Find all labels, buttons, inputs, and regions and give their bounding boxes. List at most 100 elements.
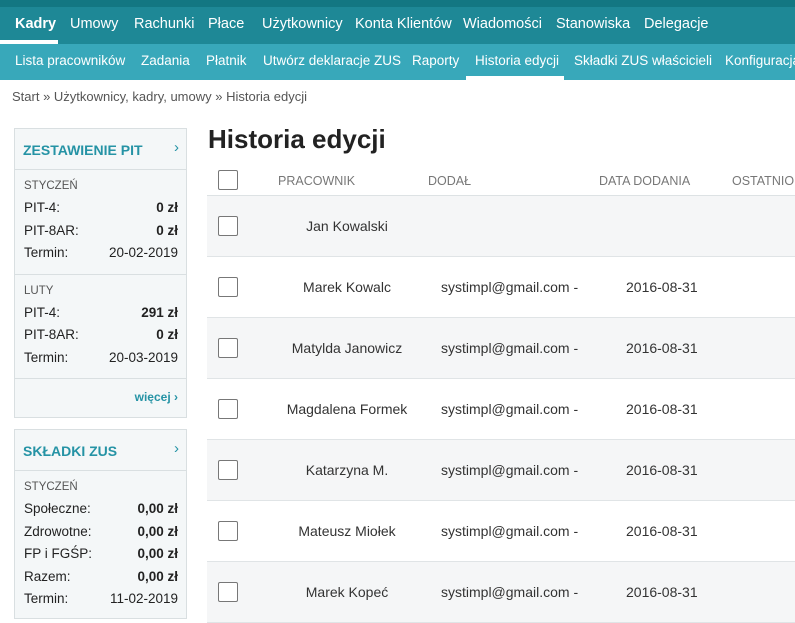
- column-header-last[interactable]: OSTATNIO: [732, 174, 794, 188]
- select-all-checkbox[interactable]: [218, 170, 238, 190]
- row-label: Społeczne:: [24, 501, 91, 516]
- pit-row: PIT-8AR: 0 zł: [24, 327, 178, 350]
- table-row: Mateusz Miołek systimpl@gmail.com - 2016…: [207, 501, 795, 562]
- row-value: 0,00 zł: [137, 523, 178, 539]
- table-row: Matylda Janowicz systimpl@gmail.com - 20…: [207, 318, 795, 379]
- nav-rachunki[interactable]: Rachunki: [134, 16, 194, 32]
- added-by: systimpl@gmail.com -: [441, 279, 579, 295]
- zus-contributions-panel: SKŁADKI ZUS › STYCZEŃ Społeczne: 0,00 zł…: [14, 429, 187, 619]
- employee-name: Mateusz Miołek: [298, 523, 396, 539]
- employee-name: Marek Kowalc: [303, 279, 391, 295]
- employee-name: Jan Kowalski: [306, 218, 388, 234]
- table-row: Katarzyna M. systimpl@gmail.com - 2016-0…: [207, 440, 795, 501]
- table-row: Marek Kopeć systimpl@gmail.com - 2016-08…: [207, 562, 795, 623]
- row-value: 0 zł: [156, 327, 178, 342]
- row-value: 0,00 zł: [137, 568, 178, 584]
- pit-panel-header[interactable]: ZESTAWIENIE PIT ›: [15, 129, 186, 170]
- row-label: Zdrowotne:: [24, 523, 92, 539]
- table-row: Marek Kowalc systimpl@gmail.com - 2016-0…: [207, 257, 795, 318]
- zus-month-section: STYCZEŃ Społeczne: 0,00 zł Zdrowotne: 0,…: [15, 471, 186, 620]
- sub-navigation: Lista pracowników Zadania Płatnik Utwórz…: [0, 44, 795, 80]
- pit-row: Termin: 20-03-2019: [24, 350, 178, 373]
- pit-row: PIT-8AR: 0 zł: [24, 223, 178, 246]
- nav-wiadomosci[interactable]: Wiadomości: [463, 16, 542, 32]
- employee-name: Magdalena Formek: [286, 401, 408, 417]
- date-added: 2016-08-31: [626, 401, 698, 417]
- table-header: PRACOWNIK DODAŁ DATA DODANIA OSTATNIO: [207, 166, 795, 196]
- row-value: 0,00 zł: [137, 501, 178, 516]
- date-added: 2016-08-31: [626, 462, 698, 478]
- row-value: 0 zł: [156, 200, 178, 215]
- subnav-konfiguracja[interactable]: Konfiguracja: [725, 53, 795, 68]
- column-header-added-by[interactable]: DODAŁ: [428, 174, 471, 188]
- chevron-right-icon[interactable]: ›: [174, 440, 179, 457]
- more-link-label: więcej: [134, 390, 171, 404]
- added-by: systimpl@gmail.com -: [441, 584, 579, 600]
- row-label: Termin:: [24, 349, 69, 365]
- row-checkbox[interactable]: [218, 399, 238, 419]
- employee-name: Matylda Janowicz: [291, 340, 403, 356]
- nav-stanowiska[interactable]: Stanowiska: [556, 16, 630, 32]
- pit-row: PIT-4: 291 zł: [24, 305, 178, 328]
- nav-delegacje[interactable]: Delegacje: [644, 16, 709, 32]
- nav-konta-klientow[interactable]: Konta Klientów: [355, 16, 452, 32]
- added-by: systimpl@gmail.com -: [441, 401, 579, 417]
- row-value: 11-02-2019: [109, 591, 178, 606]
- zus-panel-title: SKŁADKI ZUS: [23, 443, 118, 459]
- nav-umowy[interactable]: Umowy: [70, 16, 118, 32]
- employee-name: Marek Kopeć: [305, 584, 389, 600]
- column-header-employee[interactable]: PRACOWNIK: [278, 174, 355, 188]
- date-added: 2016-08-31: [626, 523, 698, 539]
- subnav-zadania[interactable]: Zadania: [141, 53, 190, 68]
- subnav-lista-pracownikow[interactable]: Lista pracowników: [15, 53, 125, 68]
- row-value: 0 zł: [156, 222, 178, 238]
- breadcrumb: Start » Użytkownicy, kadry, umowy » Hist…: [12, 89, 307, 104]
- month-label: LUTY: [24, 284, 54, 297]
- row-label: FP i FGŚP:: [24, 546, 93, 561]
- row-label: PIT-8AR:: [24, 222, 79, 238]
- row-value: 0,00 zł: [137, 546, 178, 561]
- subnav-historia-edycji[interactable]: Historia edycji: [475, 53, 559, 68]
- zus-row: Zdrowotne: 0,00 zł: [24, 524, 178, 547]
- date-added: 2016-08-31: [626, 584, 698, 600]
- row-checkbox[interactable]: [218, 521, 238, 541]
- pit-month-section: LUTY PIT-4: 291 zł PIT-8AR: 0 zł Termin:…: [15, 275, 186, 379]
- row-label: Termin:: [24, 591, 69, 606]
- zus-row: Społeczne: 0,00 zł: [24, 501, 178, 524]
- row-label: PIT-8AR:: [24, 327, 79, 342]
- row-label: Razem:: [24, 568, 71, 584]
- more-link[interactable]: więcej ›: [135, 390, 178, 404]
- row-checkbox[interactable]: [218, 460, 238, 480]
- month-label: STYCZEŃ: [24, 481, 78, 493]
- zus-row: Razem: 0,00 zł: [24, 569, 178, 592]
- nav-place[interactable]: Płace: [208, 16, 244, 32]
- nav-kadry[interactable]: Kadry: [15, 16, 56, 32]
- column-header-date-added[interactable]: DATA DODANIA: [599, 174, 690, 188]
- page-title: Historia edycji: [208, 124, 386, 154]
- zus-panel-header[interactable]: SKŁADKI ZUS ›: [15, 430, 186, 471]
- row-checkbox[interactable]: [218, 277, 238, 297]
- history-table-body: Jan Kowalski Marek Kowalc systimpl@gmail…: [207, 196, 795, 623]
- chevron-right-icon: ›: [174, 390, 178, 404]
- row-checkbox[interactable]: [218, 582, 238, 602]
- subnav-raporty[interactable]: Raporty: [412, 53, 459, 68]
- zus-row: FP i FGŚP: 0,00 zł: [24, 546, 178, 569]
- subnav-skladki-zus-wlascicieli[interactable]: Składki ZUS właścicieli: [574, 53, 712, 68]
- chevron-right-icon[interactable]: ›: [174, 139, 179, 156]
- row-value: 291 zł: [141, 304, 178, 320]
- row-checkbox[interactable]: [218, 338, 238, 358]
- nav-uzytkownicy[interactable]: Użytkownicy: [262, 16, 343, 32]
- table-row: Magdalena Formek systimpl@gmail.com - 20…: [207, 379, 795, 440]
- pit-month-section: STYCZEŃ PIT-4: 0 zł PIT-8AR: 0 zł Termin…: [15, 170, 186, 275]
- top-navigation: Kadry Umowy Rachunki Płace Użytkownicy K…: [0, 0, 795, 45]
- employee-name: Katarzyna M.: [305, 462, 389, 478]
- row-checkbox[interactable]: [218, 216, 238, 236]
- pit-more-row: więcej ›: [15, 379, 186, 417]
- table-row: Jan Kowalski: [207, 196, 795, 257]
- pit-row: Termin: 20-02-2019: [24, 245, 178, 268]
- subnav-utworz-deklaracje-zus[interactable]: Utwórz deklaracje ZUS: [263, 53, 401, 68]
- date-added: 2016-08-31: [626, 340, 698, 356]
- row-label: PIT-4:: [24, 304, 61, 320]
- date-added: 2016-08-31: [626, 279, 698, 295]
- subnav-platnik[interactable]: Płatnik: [206, 53, 247, 68]
